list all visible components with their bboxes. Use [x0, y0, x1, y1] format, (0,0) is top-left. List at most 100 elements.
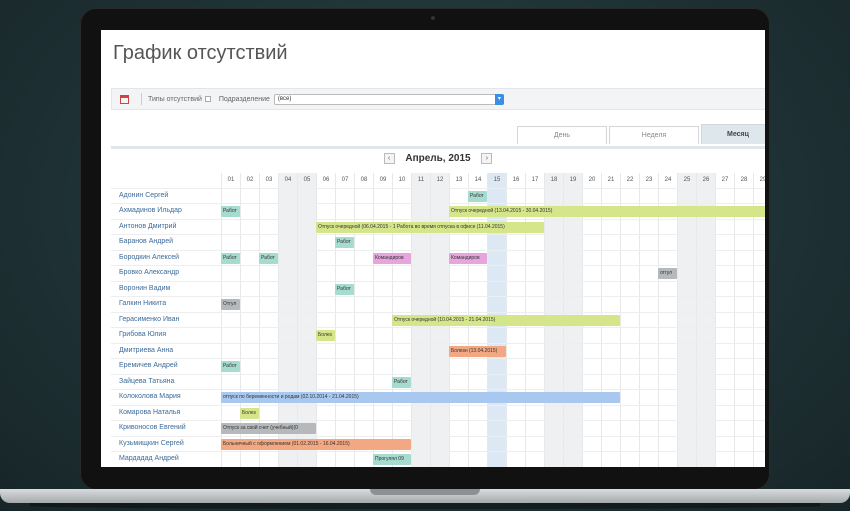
day-cell[interactable] — [297, 359, 316, 374]
day-cell[interactable] — [392, 421, 411, 436]
day-cell[interactable] — [278, 266, 297, 281]
day-cell[interactable] — [354, 281, 373, 296]
day-cell[interactable] — [297, 235, 316, 250]
day-cell[interactable] — [715, 359, 734, 374]
day-cell[interactable] — [297, 219, 316, 234]
employee-name-link[interactable]: Баранов Андрей — [119, 238, 173, 245]
day-cell[interactable] — [335, 328, 354, 343]
day-cell[interactable] — [734, 297, 753, 312]
next-month-button[interactable]: › — [481, 153, 493, 164]
day-cell[interactable] — [506, 281, 525, 296]
day-cell[interactable] — [715, 328, 734, 343]
day-cell[interactable] — [525, 374, 544, 389]
day-cell[interactable] — [620, 281, 639, 296]
absence-bar[interactable]: Больничный с оформлением (01.02.2015 - 1… — [221, 438, 411, 450]
day-cell[interactable] — [753, 421, 765, 436]
day-cell[interactable] — [525, 266, 544, 281]
day-cell[interactable] — [506, 235, 525, 250]
day-cell[interactable] — [582, 359, 601, 374]
day-cell[interactable] — [715, 390, 734, 405]
day-cell[interactable] — [563, 188, 582, 203]
day-cell[interactable] — [658, 405, 677, 420]
day-cell[interactable] — [411, 452, 430, 467]
day-cell[interactable] — [449, 188, 468, 203]
day-cell[interactable] — [392, 405, 411, 420]
day-cell[interactable] — [639, 374, 658, 389]
day-cell[interactable] — [373, 343, 392, 358]
day-cell[interactable] — [297, 328, 316, 343]
day-cell[interactable] — [544, 281, 563, 296]
day-cell[interactable] — [297, 343, 316, 358]
day-cell[interactable] — [734, 250, 753, 265]
day-cell[interactable] — [658, 343, 677, 358]
day-cell[interactable] — [658, 250, 677, 265]
day-cell[interactable] — [240, 219, 259, 234]
day-cell[interactable] — [297, 266, 316, 281]
division-select[interactable]: (все) ▾ — [273, 93, 504, 105]
day-cell[interactable] — [259, 266, 278, 281]
day-cell[interactable] — [563, 405, 582, 420]
day-cell[interactable] — [468, 281, 487, 296]
employee-name-link[interactable]: Грибова Юлия — [119, 331, 166, 338]
day-cell[interactable] — [715, 436, 734, 451]
day-cell[interactable] — [658, 188, 677, 203]
day-cell[interactable] — [563, 452, 582, 467]
prev-month-button[interactable]: ‹ — [383, 153, 395, 164]
day-cell[interactable] — [335, 188, 354, 203]
day-cell[interactable] — [411, 204, 430, 219]
day-cell[interactable] — [354, 328, 373, 343]
employee-name-link[interactable]: Кузьмищкин Сергей — [119, 440, 184, 447]
day-cell[interactable] — [544, 359, 563, 374]
day-cell[interactable] — [696, 266, 715, 281]
day-cell[interactable] — [373, 281, 392, 296]
day-cell[interactable] — [601, 421, 620, 436]
day-cell[interactable] — [582, 405, 601, 420]
day-cell[interactable] — [411, 343, 430, 358]
day-cell[interactable] — [753, 266, 765, 281]
day-cell[interactable] — [468, 421, 487, 436]
day-cell[interactable] — [335, 312, 354, 327]
day-cell[interactable] — [487, 250, 506, 265]
day-cell[interactable] — [696, 312, 715, 327]
day-cell[interactable] — [658, 219, 677, 234]
day-cell[interactable] — [620, 297, 639, 312]
day-cell[interactable] — [487, 421, 506, 436]
day-cell[interactable] — [259, 281, 278, 296]
calendar-icon[interactable] — [120, 94, 129, 104]
day-cell[interactable] — [696, 188, 715, 203]
day-cell[interactable] — [715, 452, 734, 467]
day-cell[interactable] — [506, 405, 525, 420]
absence-types-checkbox[interactable] — [204, 96, 211, 102]
day-cell[interactable] — [240, 281, 259, 296]
day-cell[interactable] — [525, 421, 544, 436]
day-cell[interactable] — [753, 250, 765, 265]
day-cell[interactable] — [601, 235, 620, 250]
day-cell[interactable] — [544, 219, 563, 234]
absence-bar[interactable]: Болез — [316, 330, 335, 341]
day-cell[interactable] — [468, 297, 487, 312]
day-cell[interactable] — [316, 188, 335, 203]
day-cell[interactable] — [620, 421, 639, 436]
day-cell[interactable] — [582, 421, 601, 436]
day-cell[interactable] — [297, 188, 316, 203]
day-cell[interactable] — [221, 235, 240, 250]
day-cell[interactable] — [696, 374, 715, 389]
day-cell[interactable] — [658, 452, 677, 467]
day-cell[interactable] — [392, 281, 411, 296]
day-cell[interactable] — [601, 250, 620, 265]
day-cell[interactable] — [525, 436, 544, 451]
day-cell[interactable] — [658, 436, 677, 451]
day-cell[interactable] — [544, 250, 563, 265]
employee-name-link[interactable]: Дмитриева Анна — [119, 347, 173, 354]
day-cell[interactable] — [240, 266, 259, 281]
absence-bar[interactable]: Работ — [335, 283, 354, 295]
day-cell[interactable] — [544, 188, 563, 203]
day-cell[interactable] — [430, 297, 449, 312]
day-cell[interactable] — [278, 328, 297, 343]
day-cell[interactable] — [544, 266, 563, 281]
day-cell[interactable] — [316, 281, 335, 296]
day-cell[interactable] — [221, 266, 240, 281]
day-cell[interactable] — [544, 421, 563, 436]
day-cell[interactable] — [601, 343, 620, 358]
day-cell[interactable] — [563, 235, 582, 250]
